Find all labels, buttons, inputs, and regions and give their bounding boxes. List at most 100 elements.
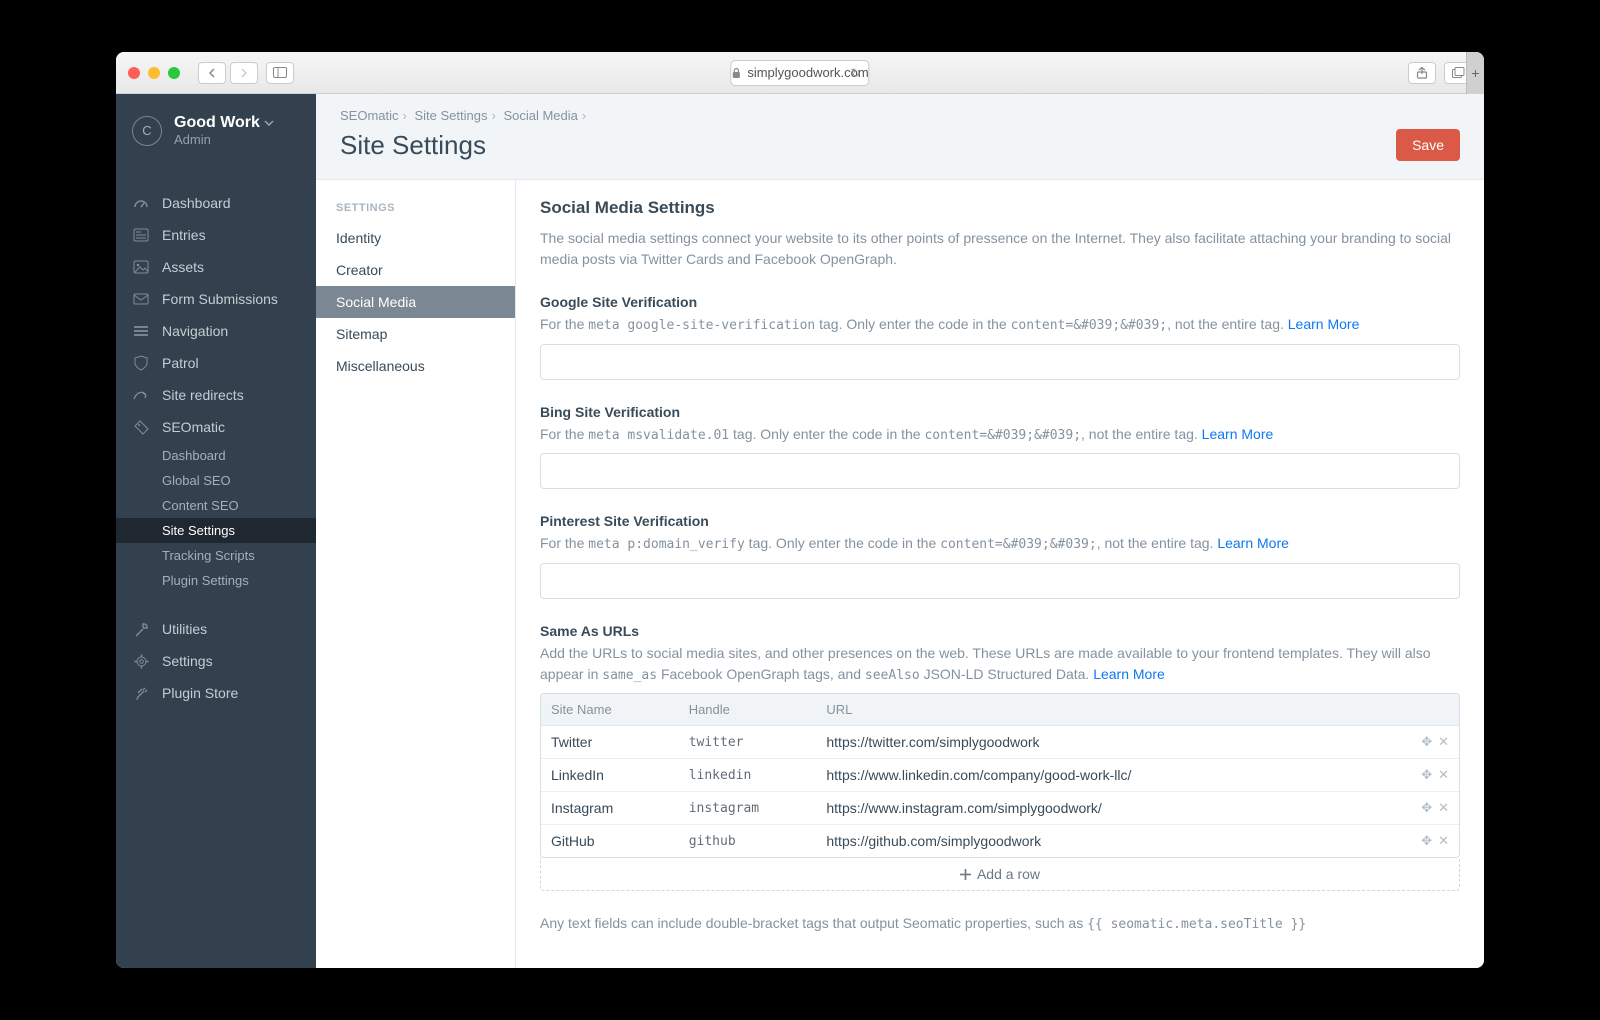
settings-nav-social[interactable]: Social Media	[316, 286, 515, 318]
sidebar-item-label: Patrol	[162, 355, 199, 371]
cell-handle[interactable]: twitter	[679, 726, 817, 759]
gear-icon	[132, 652, 150, 670]
sidebar-item-redirects[interactable]: Site redirects	[116, 379, 316, 411]
plus-icon	[960, 869, 971, 880]
settings-nav-sitemap[interactable]: Sitemap	[316, 318, 515, 350]
learn-more-link[interactable]: Learn More	[1093, 666, 1165, 682]
crumb-0[interactable]: SEOmatic	[340, 108, 399, 123]
delete-icon[interactable]: ✕	[1438, 767, 1449, 783]
sidebar-item-patrol[interactable]: Patrol	[116, 347, 316, 379]
crumb-2[interactable]: Social Media	[503, 108, 577, 123]
settings-nav-identity[interactable]: Identity	[316, 222, 515, 254]
pinterest-verification-input[interactable]	[540, 563, 1460, 599]
settings-nav-creator[interactable]: Creator	[316, 254, 515, 286]
google-verification-input[interactable]	[540, 344, 1460, 380]
settings-nav-label: Creator	[336, 262, 383, 278]
field-hint: For the meta google-site-verification ta…	[540, 314, 1460, 336]
add-row-button[interactable]: Add a row	[540, 858, 1460, 891]
learn-more-link[interactable]: Learn More	[1217, 535, 1289, 551]
cell-site[interactable]: Twitter	[541, 726, 679, 759]
settings-nav-misc[interactable]: Miscellaneous	[316, 350, 515, 382]
sidebar-item-label: Navigation	[162, 323, 228, 339]
minimize-window-icon[interactable]	[148, 67, 160, 79]
sidebar-sub-plugin-settings[interactable]: Plugin Settings	[116, 568, 316, 593]
cell-handle[interactable]: github	[679, 825, 817, 858]
field-hint: Add the URLs to social media sites, and …	[540, 643, 1460, 686]
save-button[interactable]: Save	[1396, 129, 1460, 161]
image-icon	[132, 258, 150, 276]
move-icon[interactable]: ✥	[1421, 800, 1432, 816]
envelope-icon	[132, 290, 150, 308]
cell-site[interactable]: LinkedIn	[541, 759, 679, 792]
new-tab-button[interactable]: +	[1466, 52, 1484, 94]
sidebar-sub-content-seo[interactable]: Content SEO	[116, 493, 316, 518]
crumb-1[interactable]: Site Settings	[414, 108, 487, 123]
url-bar[interactable]: simplygoodwork.com ↻	[730, 60, 869, 86]
sidebar-sub-site-settings[interactable]: Site Settings	[116, 518, 316, 543]
maximize-window-icon[interactable]	[168, 67, 180, 79]
content: Social Media Settings The social media s…	[516, 180, 1484, 968]
traffic-lights	[128, 67, 180, 79]
sidebar-sub-dashboard[interactable]: Dashboard	[116, 443, 316, 468]
section-title: Social Media Settings	[540, 198, 1460, 218]
page-title: Site Settings	[340, 130, 486, 161]
settings-nav-label: Miscellaneous	[336, 358, 425, 374]
app: C Good Work Admin Dashboard Entries Asse…	[116, 94, 1484, 968]
content-wrap: SETTINGS Identity Creator Social Media S…	[316, 179, 1484, 968]
delete-icon[interactable]: ✕	[1438, 800, 1449, 816]
move-icon[interactable]: ✥	[1421, 833, 1432, 849]
sidebar-sub-label: Tracking Scripts	[162, 548, 255, 563]
browser-window: simplygoodwork.com ↻ + C Good Work Admin	[116, 52, 1484, 968]
table-row: Twitter twitter https://twitter.com/simp…	[541, 726, 1459, 759]
gauge-icon	[132, 194, 150, 212]
same-as-table: Site Name Handle URL Twitter	[540, 693, 1460, 858]
sidebar-sub-global-seo[interactable]: Global SEO	[116, 468, 316, 493]
delete-icon[interactable]: ✕	[1438, 833, 1449, 849]
forward-button[interactable]	[230, 62, 258, 84]
share-button[interactable]	[1408, 62, 1436, 84]
sidebar-item-label: Dashboard	[162, 195, 231, 211]
learn-more-link[interactable]: Learn More	[1288, 316, 1360, 332]
sidebar-sub-label: Plugin Settings	[162, 573, 249, 588]
site-switcher[interactable]: Good Work	[174, 114, 274, 132]
sidebar-toggle-button[interactable]	[266, 62, 294, 84]
sidebar-item-assets[interactable]: Assets	[116, 251, 316, 283]
sidebar-item-seomatic[interactable]: SEOmatic	[116, 411, 316, 443]
close-window-icon[interactable]	[128, 67, 140, 79]
bing-verification-input[interactable]	[540, 453, 1460, 489]
cell-url[interactable]: https://www.instagram.com/simplygoodwork…	[816, 792, 1409, 825]
user-role: Admin	[174, 132, 274, 147]
sidebar-item-entries[interactable]: Entries	[116, 219, 316, 251]
redirect-icon	[132, 386, 150, 404]
cell-site[interactable]: GitHub	[541, 825, 679, 858]
move-icon[interactable]: ✥	[1421, 767, 1432, 783]
bars-icon	[132, 322, 150, 340]
sidebar-item-settings[interactable]: Settings	[116, 645, 316, 677]
cell-handle[interactable]: instagram	[679, 792, 817, 825]
sidebar-item-dashboard[interactable]: Dashboard	[116, 187, 316, 219]
sidebar-item-forms[interactable]: Form Submissions	[116, 283, 316, 315]
cell-handle[interactable]: linkedin	[679, 759, 817, 792]
settings-nav: SETTINGS Identity Creator Social Media S…	[316, 180, 516, 968]
cell-url[interactable]: https://www.linkedin.com/company/good-wo…	[816, 759, 1409, 792]
cell-url[interactable]: https://twitter.com/simplygoodwork	[816, 726, 1409, 759]
sidebar-item-utilities[interactable]: Utilities	[116, 613, 316, 645]
topbar: SEOmatic› Site Settings› Social Media› S…	[316, 94, 1484, 179]
reload-icon[interactable]: ↻	[851, 66, 861, 80]
learn-more-link[interactable]: Learn More	[1202, 426, 1274, 442]
site-info: Good Work Admin	[174, 114, 274, 147]
field-label: Pinterest Site Verification	[540, 513, 1460, 529]
sidebar-item-label: Form Submissions	[162, 291, 278, 307]
sidebar-item-plugin-store[interactable]: Plugin Store	[116, 677, 316, 709]
sidebar-sub-tracking[interactable]: Tracking Scripts	[116, 543, 316, 568]
delete-icon[interactable]: ✕	[1438, 734, 1449, 750]
sidebar-item-label: Utilities	[162, 621, 207, 637]
settings-nav-label: Sitemap	[336, 326, 387, 342]
sidebar-item-navigation[interactable]: Navigation	[116, 315, 316, 347]
cell-site[interactable]: Instagram	[541, 792, 679, 825]
cell-url[interactable]: https://github.com/simplygoodwork	[816, 825, 1409, 858]
newspaper-icon	[132, 226, 150, 244]
titlebar-right	[1408, 62, 1472, 84]
move-icon[interactable]: ✥	[1421, 734, 1432, 750]
back-button[interactable]	[198, 62, 226, 84]
